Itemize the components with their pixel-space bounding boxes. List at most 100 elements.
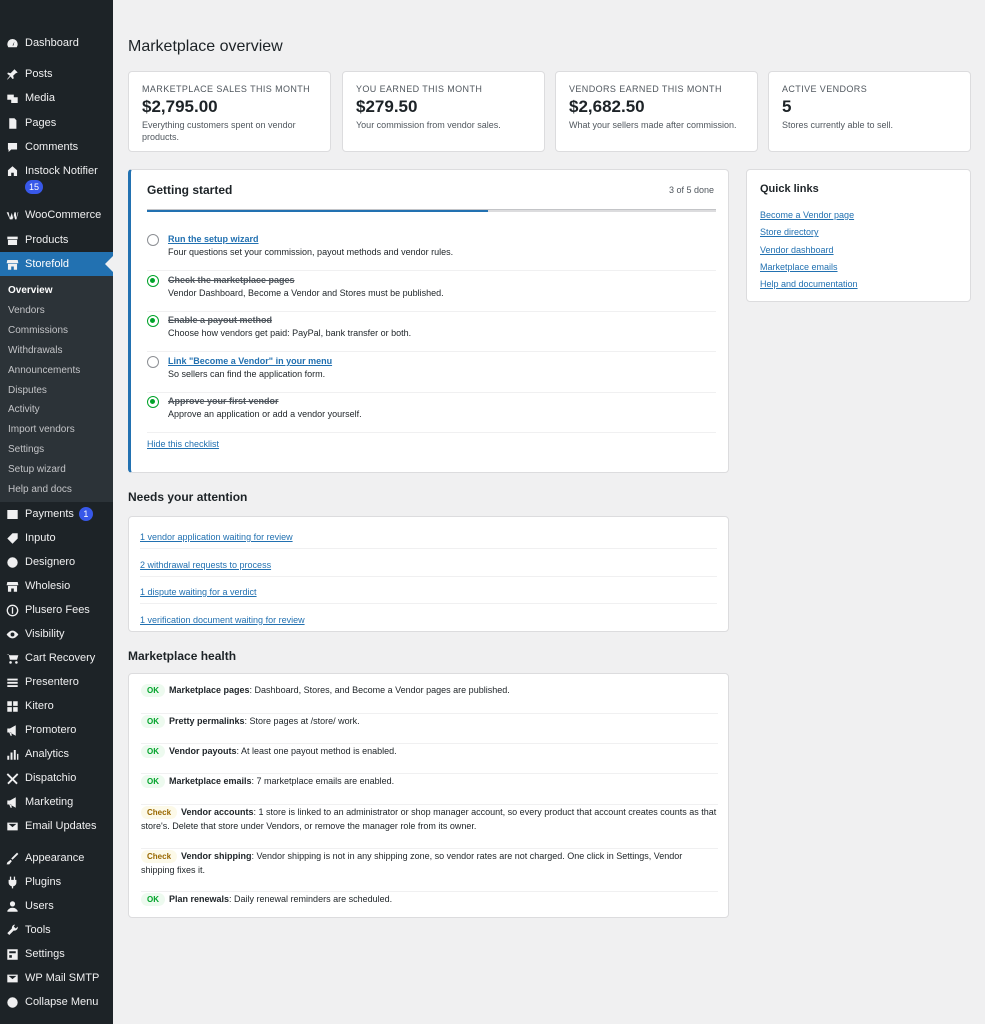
sidebar-item-promotero[interactable]: Promotero: [0, 720, 113, 740]
sidebar-item-label-wrap: WP Mail SMTP: [25, 972, 99, 984]
sidebar-item-plusero-fees[interactable]: Plusero Fees: [0, 600, 113, 620]
stat-card-you-earned: You earned this month $279.50 Your commi…: [342, 71, 545, 152]
sidebar-item-label: Products: [25, 234, 69, 246]
sidebar-item-visibility[interactable]: Visibility: [0, 624, 113, 644]
step-title-link[interactable]: Link "Become a Vendor" in your menu: [168, 356, 332, 366]
sidebar-item-collapse-menu[interactable]: Collapse Menu: [0, 992, 113, 1012]
sidebar-item-instock-notifier[interactable]: Instock Notifier 15: [0, 161, 113, 195]
sidebar-item-pages[interactable]: Pages: [0, 113, 113, 133]
step-title-link[interactable]: Run the setup wizard: [168, 234, 259, 244]
sidebar-item-wp-mail-smtp[interactable]: WP Mail SMTP: [0, 968, 113, 988]
health-item-text: : Store pages at /store/ work.: [244, 716, 360, 726]
wrench-icon: [6, 924, 19, 937]
sidebar-item-kitero[interactable]: Kitero: [0, 696, 113, 716]
check-pending-icon: [147, 355, 159, 368]
quick-link-help-and-documentation[interactable]: Help and documentation: [760, 276, 957, 293]
sidebar-item-comments[interactable]: Comments: [0, 137, 113, 157]
quick-link-vendor-dashboard[interactable]: Vendor dashboard: [760, 242, 957, 259]
sidebar-item-storefold[interactable]: Storefold: [0, 252, 113, 276]
sidebar-item-payments[interactable]: Payments 1: [0, 504, 113, 524]
health-row: OK Marketplace pages: Dashboard, Stores, …: [141, 683, 718, 714]
health-item-name: Vendor accounts: [181, 807, 254, 817]
check-done-icon: [147, 274, 159, 287]
submenu-item-announcements[interactable]: Announcements: [8, 365, 80, 376]
sidebar-item-dispatchio[interactable]: Dispatchio: [0, 768, 113, 788]
media-icon: [6, 92, 19, 105]
sidebar-item-inputo[interactable]: Inputo: [0, 528, 113, 548]
stat-label: Marketplace sales this month: [142, 84, 311, 94]
submenu-item-settings[interactable]: Settings: [8, 444, 44, 455]
progress-fill: [147, 210, 489, 212]
count-badge: 15: [25, 180, 44, 194]
quick-link-become-a-vendor-page[interactable]: Become a Vendor page: [760, 207, 957, 224]
health-row: OK Vendor payouts: At least one payout me…: [141, 744, 718, 774]
sidebar-item-products[interactable]: Products: [0, 230, 113, 250]
sidebar-item-plugins[interactable]: Plugins: [0, 872, 113, 892]
sidebar-item-label-wrap: Tools: [25, 924, 51, 936]
quick-link-store-directory[interactable]: Store directory: [760, 224, 957, 241]
quick-link-marketplace-emails[interactable]: Marketplace emails: [760, 259, 957, 276]
checklist-step: Approve your first vendor Approve an appl…: [147, 393, 716, 434]
sidebar-item-email-updates[interactable]: Email Updates: [0, 816, 113, 836]
attention-link[interactable]: 1 verification document waiting for revi…: [140, 615, 305, 625]
sidebar-item-label: Analytics: [25, 748, 70, 760]
sidebar-item-label: Wholesio: [25, 580, 71, 592]
products-icon: [6, 234, 19, 247]
step-title-link[interactable]: Check the marketplace pages: [168, 275, 295, 285]
attention-link[interactable]: 1 vendor application waiting for review: [140, 532, 293, 542]
attention-link[interactable]: 2 withdrawal requests to process: [140, 560, 271, 570]
sidebar-item-label: Instock Notifier: [25, 165, 98, 177]
submenu-item-disputes[interactable]: Disputes: [8, 385, 47, 396]
sidebar-item-label: Presentero: [25, 676, 79, 688]
submenu-item-overview[interactable]: Overview: [8, 285, 52, 296]
sidebar-item-cart-recovery[interactable]: Cart Recovery: [0, 648, 113, 668]
sidebar-item-posts[interactable]: Posts: [0, 64, 113, 84]
stat-value: $279.50: [356, 97, 418, 116]
hide-checklist-link[interactable]: Hide this checklist: [147, 439, 219, 449]
sidebar-item-media[interactable]: Media: [0, 88, 113, 108]
sidebar-item-tools[interactable]: Tools: [0, 920, 113, 940]
megaphone-icon: [6, 724, 19, 737]
palette-icon: [6, 556, 19, 569]
stat-value: $2,795.00: [142, 97, 218, 116]
submenu-item-commissions[interactable]: Commissions: [8, 325, 68, 336]
sidebar-item-label: Visibility: [25, 628, 65, 640]
step-title-link[interactable]: Enable a payout method: [168, 315, 272, 325]
sidebar-item-dashboard[interactable]: Dashboard: [0, 33, 113, 53]
sidebar-item-label: Kitero: [25, 700, 54, 712]
submenu-item-withdrawals[interactable]: Withdrawals: [8, 345, 62, 356]
stat-desc: What your sellers made after commission.: [569, 120, 737, 130]
sidebar-item-label: Tools: [25, 924, 51, 936]
attention-item: 1 dispute waiting for a verdict: [140, 576, 717, 604]
step-title-link[interactable]: Approve your first vendor: [168, 396, 279, 406]
sidebar-item-appearance[interactable]: Appearance: [0, 848, 113, 868]
sidebar-item-analytics[interactable]: Analytics: [0, 744, 113, 764]
sidebar-item-label: Media: [25, 92, 55, 104]
stat-card-vendors-earned: Vendors earned this month $2,682.50 What…: [555, 71, 758, 152]
submenu-item-import-vendors[interactable]: Import vendors: [8, 424, 75, 435]
sidebar-item-woocommerce[interactable]: WooCommerce: [0, 205, 113, 225]
sidebar-item-label: Collapse Menu: [25, 996, 99, 1008]
sidebar-item-marketing[interactable]: Marketing: [0, 792, 113, 812]
admin-sidebar: Overview Vendors Commissions Withdrawals Ann…: [0, 0, 113, 1024]
sidebar-item-wholesio[interactable]: Wholesio: [0, 576, 113, 596]
chart-icon: [6, 748, 19, 761]
sidebar-item-users[interactable]: Users: [0, 896, 113, 916]
sidebar-item-label: Pages: [25, 117, 57, 129]
attention-link[interactable]: 1 dispute waiting for a verdict: [140, 587, 257, 597]
submenu-item-vendors[interactable]: Vendors: [8, 305, 45, 316]
sidebar-item-designero[interactable]: Designero: [0, 552, 113, 572]
submenu-item-help-and-docs[interactable]: Help and docs: [8, 484, 72, 495]
submenu-item-activity[interactable]: Activity: [8, 404, 40, 415]
checklist-step: Link "Become a Vendor" in your menu So se…: [147, 353, 716, 393]
sidebar-item-label: Email Updates: [25, 820, 97, 832]
sidebar-item-presentero[interactable]: Presentero: [0, 672, 113, 692]
sidebar-item-settings[interactable]: Settings: [0, 944, 113, 964]
status-badge: OK: [141, 684, 165, 697]
plug-icon: [6, 876, 19, 889]
submenu-item-setup-wizard[interactable]: Setup wizard: [8, 464, 66, 475]
sidebar-item-label-wrap: Promotero: [25, 724, 76, 736]
store-icon: [6, 258, 19, 271]
comments-icon: [6, 141, 19, 154]
store-icon: [6, 580, 19, 593]
